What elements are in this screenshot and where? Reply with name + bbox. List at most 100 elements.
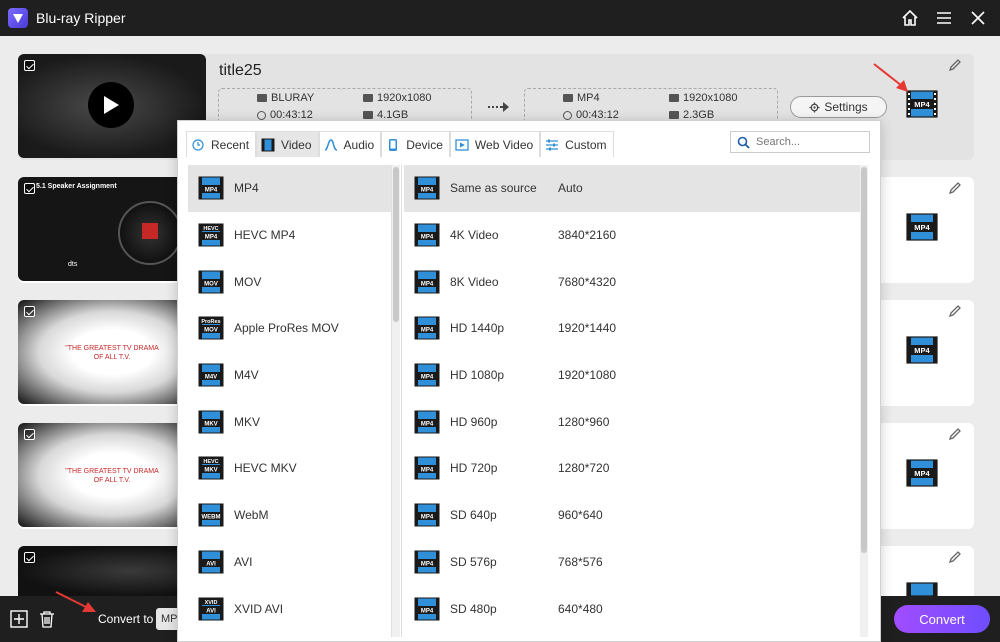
disc-format-icon	[257, 94, 267, 102]
edit-pencil-icon[interactable]	[948, 58, 962, 72]
edit-pencil-icon[interactable]	[948, 304, 962, 318]
play-icon[interactable]	[88, 82, 134, 128]
search-input[interactable]	[756, 136, 866, 148]
select-checkbox[interactable]	[24, 183, 35, 194]
format-badge-text: AVI	[206, 561, 216, 567]
file-format-icon: MP4	[414, 176, 440, 200]
format-search[interactable]	[730, 131, 870, 153]
tab-label: Video	[281, 137, 312, 152]
format-item[interactable]: AVI AVI	[188, 539, 391, 586]
preset-item[interactable]: MP4 HD 960p 1280*960	[404, 398, 860, 445]
tab-audio[interactable]: Audio	[318, 131, 382, 157]
format-badge-text: MP4	[421, 515, 434, 521]
format-item-label: HEVC MP4	[234, 228, 296, 243]
format-list-scrollbar[interactable]	[392, 165, 400, 637]
preset-item[interactable]: MP4 HD 1440p 1920*1440	[404, 305, 860, 352]
preset-resolution: 7680*4320	[558, 274, 617, 289]
scrollbar-thumb[interactable]	[393, 167, 399, 322]
preset-resolution: 1280*960	[558, 414, 610, 429]
format-badge-text: MOV	[204, 328, 218, 334]
format-item[interactable]: MKV MKV	[188, 398, 391, 445]
preset-name: HD 1080p	[450, 368, 505, 383]
format-item-label: XVID AVI	[234, 601, 284, 616]
select-checkbox[interactable]	[24, 429, 35, 440]
file-format-icon: AVI XVID	[198, 597, 224, 621]
audio-icon	[324, 138, 338, 152]
duration-icon	[257, 110, 266, 120]
tab-label: Web Video	[474, 137, 534, 152]
preset-item[interactable]: MP4 HD 1080p 1920*1080	[404, 352, 860, 399]
preset-item[interactable]: MP4 HD 720p 1280*720	[404, 445, 860, 492]
list-divider	[401, 165, 402, 637]
preset-resolution: 768*576	[558, 554, 603, 569]
tab-recent[interactable]: Recent	[186, 131, 257, 157]
format-item[interactable]: MOV ProRes Apple ProRes MOV	[188, 305, 391, 352]
add-file-icon[interactable]	[10, 610, 28, 628]
preset-list-scrollbar[interactable]	[860, 165, 868, 637]
output-format-mp4-icon[interactable]: MP4	[906, 211, 938, 243]
select-checkbox[interactable]	[24, 306, 35, 317]
tab-label: Custom	[565, 137, 607, 152]
format-badge-text: MP4	[421, 421, 434, 427]
format-item-label: M4V	[234, 368, 259, 383]
format-badge-text: MP4	[914, 100, 930, 109]
home-icon[interactable]	[900, 8, 920, 28]
video-icon	[261, 138, 275, 152]
close-icon[interactable]	[968, 8, 988, 28]
format-item[interactable]: AVI XVID XVID AVI	[188, 585, 391, 632]
preset-item[interactable]: MP4 SD 480p 640*480	[404, 585, 860, 632]
edit-pencil-icon[interactable]	[948, 550, 962, 564]
format-item-label: MP4	[234, 181, 259, 196]
preset-resolution: 1280*720	[558, 461, 610, 476]
settings-button[interactable]: Settings	[790, 96, 887, 118]
format-item[interactable]: MKV HEVC HEVC MKV	[188, 445, 391, 492]
app-title: Blu-ray Ripper	[36, 10, 126, 26]
tab-device[interactable]: Device	[381, 131, 450, 157]
format-item[interactable]: M4V M4V	[188, 352, 391, 399]
tab-video[interactable]: Video	[256, 131, 319, 157]
format-item[interactable]: MOV MOV	[188, 258, 391, 305]
file-format-icon: MP4	[414, 223, 440, 247]
tab-web-video[interactable]: Web Video	[449, 131, 541, 157]
tab-custom[interactable]: Custom	[540, 131, 614, 157]
edit-pencil-icon[interactable]	[948, 181, 962, 195]
output-format-mp4-icon[interactable]: MP4	[906, 457, 938, 489]
select-checkbox[interactable]	[24, 60, 35, 71]
preset-resolution: 1920*1440	[558, 321, 617, 336]
output-format-mp4-icon[interactable]: MP4	[906, 334, 938, 366]
format-badge-text: MP4	[914, 469, 930, 478]
preset-resolution: 640*480	[558, 601, 603, 616]
filesize-icon	[363, 111, 373, 119]
format-item[interactable]: WEBM WebM	[188, 492, 391, 539]
select-checkbox[interactable]	[24, 552, 35, 563]
format-popup: Recent Video Audio Device Web Video Cust…	[177, 120, 881, 642]
format-badge-text: M4V	[205, 375, 217, 381]
format-item[interactable]: MP4 MP4	[188, 165, 391, 212]
duration-icon	[563, 110, 572, 120]
format-item-label: HEVC MKV	[234, 461, 297, 476]
format-badge-text: MP4	[914, 346, 930, 355]
menu-icon[interactable]	[934, 8, 954, 28]
preset-item[interactable]: MP4 8K Video 7680*4320	[404, 258, 860, 305]
preset-name: HD 1440p	[450, 321, 505, 336]
preset-item[interactable]: MP4 SD 576p 768*576	[404, 539, 860, 586]
file-format-icon: MOV	[198, 270, 224, 294]
preset-item[interactable]: MP4 SD 640p 960*640	[404, 492, 860, 539]
tab-label: Recent	[211, 137, 250, 152]
format-tabs: Recent Video Audio Device Web Video Cust…	[186, 131, 614, 157]
file-format-icon: MP4	[414, 456, 440, 480]
convert-button[interactable]: Convert	[894, 605, 990, 633]
preset-item[interactable]: MP4 Same as source Auto	[404, 165, 860, 212]
edit-pencil-icon[interactable]	[948, 427, 962, 441]
search-icon	[737, 136, 750, 149]
preset-item[interactable]: MP4 4K Video 3840*2160	[404, 212, 860, 259]
output-format-mp4-icon[interactable]	[906, 580, 938, 596]
file-format-icon: MP4	[414, 270, 440, 294]
format-item-label: MKV	[234, 414, 261, 429]
file-format-icon: M4V	[198, 363, 224, 387]
scrollbar-thumb[interactable]	[861, 167, 867, 553]
format-item[interactable]: MP4 HEVC HEVC MP4	[188, 212, 391, 259]
annotation-arrow	[55, 591, 96, 612]
resolution-icon	[363, 94, 373, 102]
output-info: MP4 1920x1080 00:43:12 2.3GB	[524, 88, 778, 124]
